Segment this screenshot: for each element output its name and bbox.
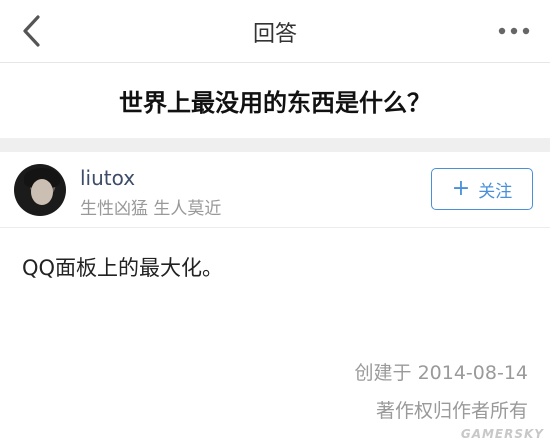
page-title: 回答 [252, 22, 297, 47]
answer-text: QQ面板上的最大化。 [22, 256, 224, 280]
created-date: 创建于 2014-08-14 [354, 362, 528, 384]
more-dots-icon [498, 27, 530, 35]
author-row: liutox 生性凶猛 生人莫近 + 关注 [0, 152, 550, 228]
navigation-bar: 回答 [0, 0, 550, 63]
follow-button[interactable]: + 关注 [431, 168, 533, 210]
section-divider [0, 138, 550, 152]
author-name[interactable]: liutox [80, 166, 135, 190]
plus-icon: + [451, 176, 471, 201]
question-title[interactable]: 世界上最没用的东西是什么？ [0, 63, 550, 138]
more-button[interactable] [496, 22, 532, 40]
avatar[interactable] [14, 164, 66, 216]
copyright-notice: 著作权归作者所有 [375, 400, 528, 422]
author-bio: 生性凶猛 生人莫近 [80, 199, 222, 219]
watermark: GAMERSKY [460, 427, 544, 441]
follow-label: 关注 [478, 181, 513, 202]
